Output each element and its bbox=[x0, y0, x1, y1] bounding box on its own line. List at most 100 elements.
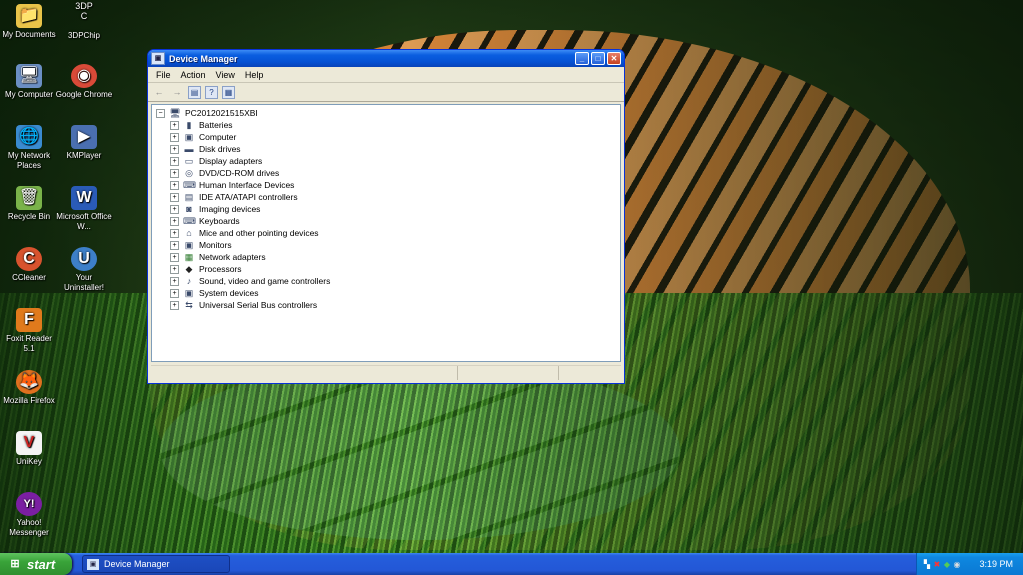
tree-node-computer[interactable]: + ▣ Computer bbox=[170, 132, 236, 142]
tree-node-label: Sound, video and game controllers bbox=[199, 276, 331, 286]
desktop-icon-label: Google Chrome bbox=[55, 90, 113, 99]
tree-node-keyboards[interactable]: + ⌨ Keyboards bbox=[170, 216, 240, 226]
kmplayer-icon: ▶ bbox=[71, 125, 97, 149]
volume-icon[interactable]: ◉ bbox=[953, 560, 961, 569]
sound-icon: ♪ bbox=[186, 276, 192, 286]
tree-node-dvd-cd-rom-drives[interactable]: + ◎ DVD/CD-ROM drives bbox=[170, 168, 279, 178]
expand-icon[interactable]: + bbox=[170, 288, 179, 298]
expand-icon[interactable]: + bbox=[170, 144, 179, 154]
tree-node-ide-ata-atapi-controllers[interactable]: + ▤ IDE ATA/ATAPI controllers bbox=[170, 192, 298, 202]
disk-drive-icon: ▬ bbox=[184, 144, 194, 154]
language-bar-icon[interactable]: ▚ bbox=[923, 560, 931, 569]
taskbar-button-device-manager[interactable]: ▣ Device Manager bbox=[82, 555, 230, 573]
uninstaller-icon: U bbox=[71, 247, 97, 271]
desktop-icon-google-chrome[interactable]: ◉ Google Chrome bbox=[55, 64, 113, 100]
tree-node-imaging-devices[interactable]: + ◙ Imaging devices bbox=[170, 204, 260, 214]
expand-icon[interactable]: + bbox=[170, 156, 179, 166]
desktop-icon-mozilla-firefox[interactable]: 🦊 Mozilla Firefox bbox=[0, 370, 58, 406]
desktop-icon-my-documents[interactable]: 📁 My Documents bbox=[0, 4, 58, 40]
back-icon[interactable]: ← bbox=[152, 86, 166, 99]
expand-icon[interactable]: + bbox=[170, 132, 179, 142]
forward-icon[interactable]: → bbox=[170, 86, 184, 99]
clock[interactable]: 3:19 PM bbox=[979, 559, 1013, 569]
windows-logo-icon: ⊞ bbox=[10, 558, 20, 570]
minimize-button[interactable]: _ bbox=[575, 52, 589, 65]
ccleaner-icon: C bbox=[16, 247, 42, 271]
foxit-icon: F bbox=[16, 308, 42, 332]
device-manager-window[interactable]: ▣ Device Manager _ □ ✕ File Action View … bbox=[147, 49, 625, 384]
close-button[interactable]: ✕ bbox=[607, 52, 621, 65]
desktop-icon-recycle-bin[interactable]: 🗑 Recycle Bin bbox=[0, 186, 58, 222]
computer-icon: 🖥 bbox=[169, 108, 181, 118]
menu-action[interactable]: Action bbox=[177, 70, 212, 80]
tree-node-processors[interactable]: + ◆ Processors bbox=[170, 264, 242, 274]
tree-node-disk-drives[interactable]: + ▬ Disk drives bbox=[170, 144, 241, 154]
tree-node-display-adapters[interactable]: + ▭ Display adapters bbox=[170, 156, 262, 166]
desktop-icon-my-network-places[interactable]: 🌐 My Network Places bbox=[0, 125, 58, 171]
desktop-icon-label: My Computer bbox=[4, 90, 53, 99]
menu-file[interactable]: File bbox=[152, 70, 177, 80]
unikey-icon: V bbox=[16, 431, 42, 455]
tree-root-label: PC2012021515XBI bbox=[185, 108, 258, 118]
desktop-icon-label: 3DPChip bbox=[67, 31, 100, 40]
desktop-icon-3dpchip[interactable]: 3DP C 3DPChip bbox=[55, 1, 113, 41]
desktop-icon-kmplayer[interactable]: ▶ KMPlayer bbox=[55, 125, 113, 161]
tree-node-label: Batteries bbox=[199, 120, 233, 130]
start-label: start bbox=[27, 556, 56, 572]
tree-node-sound-video-and-game-controllers[interactable]: + ♪ Sound, video and game controllers bbox=[170, 276, 330, 286]
desktop-icon-your-uninstaller[interactable]: U Your Uninstaller! bbox=[55, 247, 113, 293]
expand-icon[interactable]: + bbox=[170, 216, 179, 226]
expand-icon[interactable]: + bbox=[170, 300, 179, 310]
computer-icon: 🖥 bbox=[16, 64, 42, 88]
help-icon[interactable]: ? bbox=[205, 85, 218, 99]
mouse-icon: ⌂ bbox=[186, 228, 192, 238]
tree-node-label: Imaging devices bbox=[199, 204, 261, 214]
desktop-icon-label: Mozilla Firefox bbox=[3, 396, 55, 405]
device-tree[interactable]: − 🖥 PC2012021515XBI + ▮ Batteries + ▣ Co… bbox=[151, 104, 621, 362]
display-adapter-icon: ▭ bbox=[184, 156, 194, 166]
expand-icon[interactable]: + bbox=[170, 252, 179, 262]
properties-icon[interactable]: ▤ bbox=[188, 85, 201, 99]
expand-icon[interactable]: + bbox=[170, 168, 179, 178]
tree-node-batteries[interactable]: + ▮ Batteries bbox=[170, 120, 233, 130]
desktop-icon-ccleaner[interactable]: C CCleaner bbox=[0, 247, 58, 283]
status-bar bbox=[151, 365, 621, 382]
desktop-icon-microsoft-office-word[interactable]: W Microsoft Office W... bbox=[55, 186, 113, 232]
network-tray-icon[interactable]: ◆ bbox=[943, 560, 951, 569]
expand-icon[interactable]: + bbox=[170, 276, 179, 286]
desktop-icon-my-computer[interactable]: 🖥 My Computer bbox=[0, 64, 58, 100]
expand-icon[interactable]: + bbox=[170, 264, 179, 274]
tree-node-monitors[interactable]: + ▣ Monitors bbox=[170, 240, 232, 250]
expand-icon[interactable]: + bbox=[170, 228, 179, 238]
expand-icon[interactable]: + bbox=[170, 240, 179, 250]
view-icon[interactable]: ▦ bbox=[222, 85, 235, 99]
network-icon: 🌐 bbox=[16, 125, 42, 149]
collapse-icon[interactable]: − bbox=[156, 108, 165, 118]
menu-view[interactable]: View bbox=[212, 70, 241, 80]
tree-node-network-adapters[interactable]: + ▦ Network adapters bbox=[170, 252, 266, 262]
menu-help[interactable]: Help bbox=[241, 70, 270, 80]
expand-icon[interactable]: + bbox=[170, 180, 179, 190]
tree-node-human-interface-devices[interactable]: + ⌨ Human Interface Devices bbox=[170, 180, 294, 190]
desktop-icon-foxit-reader[interactable]: F Foxit Reader 5.1 bbox=[0, 308, 58, 354]
expand-icon[interactable]: + bbox=[170, 204, 179, 214]
hid-icon: ⌨ bbox=[183, 180, 196, 190]
tree-node-universal-serial-bus-controllers[interactable]: + ⇆ Universal Serial Bus controllers bbox=[170, 300, 317, 310]
maximize-button[interactable]: □ bbox=[591, 52, 605, 65]
dvd-drive-icon: ◎ bbox=[185, 168, 193, 178]
security-alert-icon[interactable]: ✖ bbox=[933, 560, 941, 569]
monitor-icon: ▣ bbox=[184, 240, 194, 250]
expand-icon[interactable]: + bbox=[170, 192, 179, 202]
title-bar[interactable]: ▣ Device Manager _ □ ✕ bbox=[148, 50, 624, 67]
tree-root[interactable]: − 🖥 PC2012021515XBI bbox=[156, 108, 258, 118]
desktop-icon-yahoo-messenger[interactable]: Y! Yahoo! Messenger bbox=[0, 492, 58, 538]
desktop-icon-unikey[interactable]: V UniKey bbox=[0, 431, 58, 467]
expand-icon[interactable]: + bbox=[170, 120, 179, 130]
tree-node-mice-and-other-pointing-devices[interactable]: + ⌂ Mice and other pointing devices bbox=[170, 228, 319, 238]
start-button[interactable]: ⊞ start bbox=[0, 553, 72, 575]
toolbar: ← → ▤ ? ▦ bbox=[148, 83, 624, 102]
camera-icon: ◙ bbox=[186, 204, 192, 214]
chrome-icon: ◉ bbox=[71, 64, 97, 88]
tree-node-system-devices[interactable]: + ▣ System devices bbox=[170, 288, 259, 298]
processor-icon: ◆ bbox=[185, 264, 193, 274]
